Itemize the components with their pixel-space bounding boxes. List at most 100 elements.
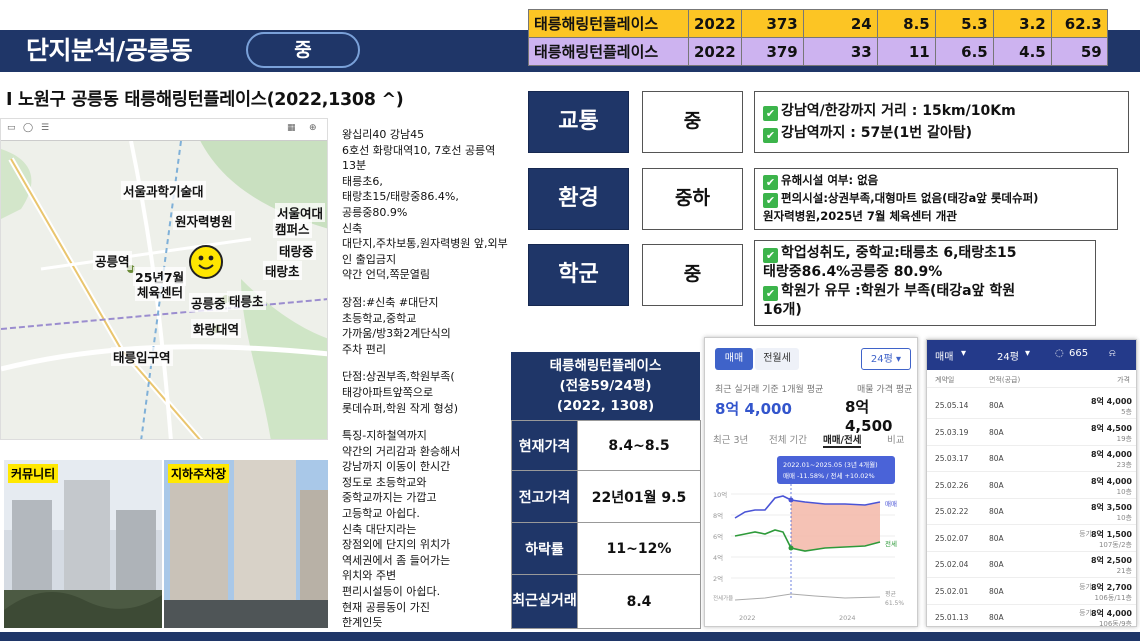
- detail-line: ✔ 학업성취도, 중학교:태릉초 6,태랑초15: [763, 244, 1087, 263]
- table-cell: 33: [802, 37, 878, 66]
- row-area: 80A: [989, 454, 1004, 463]
- avg-value: 8억 4,500: [845, 398, 893, 435]
- map-toolbar-icon: ◯: [23, 123, 34, 133]
- description-line: 주차 편리: [342, 342, 386, 356]
- table-cell: 59: [1050, 37, 1108, 66]
- list-item[interactable]: 25.03.17 80A 8억 4,000 23층: [927, 445, 1136, 472]
- description-line: 강남까지 이동이 한시간: [342, 460, 451, 474]
- grade-traffic: 중: [642, 91, 743, 153]
- size-label[interactable]: 24평: [997, 348, 1019, 363]
- map-toolbar-icon: ▦: [287, 123, 296, 133]
- list-item[interactable]: 25.02.04 80A 8억 2,500 21층: [927, 551, 1136, 578]
- table-cell: 373: [740, 9, 804, 38]
- subtab-compare[interactable]: 비교: [887, 432, 904, 446]
- description-line: 역세권에서 좀 들어가는: [342, 553, 451, 567]
- table-row: 현재가격 8.4~8.5: [511, 420, 701, 471]
- tab-sale[interactable]: 매매: [935, 348, 953, 363]
- subtab-all[interactable]: 전체 기간: [769, 432, 807, 446]
- summary-key: 최근실거래: [511, 574, 578, 629]
- subtab-sale-jeonse[interactable]: 매매/전세: [823, 432, 862, 448]
- detail-line: 태랑중86.4%공릉중 80.9%: [763, 263, 1087, 282]
- row-tag: 등기: [1079, 609, 1092, 617]
- detail-text: 태랑중86.4%공릉중 80.9%: [763, 264, 943, 280]
- row-area: 80A: [989, 586, 1004, 596]
- description-line: 태랑초15/태랑중86.4%,: [342, 190, 459, 204]
- description-gap: [342, 416, 512, 428]
- map-toolbar-icon: ☰: [41, 123, 50, 133]
- table-row: 태릉해링턴플레이스 2022 373 24 8.5 5.3 3.2 62.3: [528, 9, 1108, 38]
- transactions-topbar: 매매 ▾ 24평 ▾ ◌ 665 ⍾: [927, 340, 1136, 370]
- row-area: 80A: [989, 480, 1004, 490]
- tab-jeonse[interactable]: 전월세: [755, 348, 799, 370]
- map-label: 원자력병원: [173, 211, 235, 230]
- map-label: 태랑초: [263, 261, 302, 280]
- map-label: 태릉초: [227, 291, 266, 310]
- chevron-down-icon: ▾: [896, 354, 902, 365]
- row-date: 25.01.13: [935, 613, 969, 622]
- list-item[interactable]: 25.02.07 80A 8억 1,500 107동/2층 등기: [927, 525, 1136, 552]
- list-item[interactable]: 25.03.19 80A 8억 4,500 19층: [927, 419, 1136, 446]
- description-line: 약간의 거리감과 환승해서: [342, 444, 461, 458]
- smiley-marker-icon: [189, 245, 223, 279]
- comment-count[interactable]: 665: [1069, 348, 1088, 359]
- detail-text: 원자력병원,2025년 7월 체육센터 개관: [763, 209, 957, 223]
- map-label: 공릉중: [189, 293, 228, 312]
- table-cell: 태릉해링턴플레이스: [528, 37, 689, 66]
- description-line: 특징-지하철역까지: [342, 429, 427, 443]
- description-gap: [342, 357, 512, 369]
- page-title: 단지분석/공릉동: [26, 36, 193, 65]
- row-price: 8억 3,500: [1090, 503, 1132, 512]
- row-date: 25.02.22: [935, 507, 969, 516]
- row-floor: 23층: [1116, 461, 1132, 469]
- size-select[interactable]: 24평 ▾: [861, 348, 911, 370]
- description-line: 6호선 화랑대역10, 7호선 공릉역 13분: [342, 143, 496, 173]
- row-price: 8억 2,500: [1090, 556, 1132, 565]
- column-header: 면적(공급): [989, 376, 1021, 384]
- description-line: 신축 대단지라는: [342, 522, 417, 536]
- table-cell: 62.3: [1050, 9, 1108, 38]
- detail-text: 16개): [763, 302, 802, 318]
- gap-area: [791, 500, 880, 551]
- tab-sale[interactable]: 매매: [715, 348, 753, 370]
- complex-subtitle: I 노원구 공릉동 태릉해링턴플레이스(2022,1308 ^): [6, 90, 404, 110]
- row-area: 80A: [989, 533, 1004, 543]
- chat-icon: ◌: [1055, 348, 1064, 359]
- row-price: 8억 2,700: [1090, 582, 1132, 592]
- list-item[interactable]: 25.02.22 80A 8억 3,500 10층: [927, 498, 1136, 525]
- list-item[interactable]: 25.02.26 80A 8억 4,000 10층: [927, 472, 1136, 499]
- description-line: 신축: [342, 221, 363, 235]
- map-label: 태랑중: [277, 241, 316, 260]
- photo-tag: 지하주차장: [168, 464, 230, 483]
- parking-photo-image: [164, 460, 328, 628]
- checkmark-icon: ✔: [763, 193, 778, 208]
- y-tick-label: 10억: [713, 491, 727, 499]
- subtab-3y[interactable]: 최근 3년: [713, 432, 748, 446]
- grade-school: 중: [642, 244, 743, 306]
- checkmark-icon: ✔: [763, 106, 778, 121]
- description-line: 공릉중80.9%: [342, 205, 408, 219]
- row-floor: 5층: [1121, 408, 1132, 416]
- row-tag: 등기: [1079, 582, 1092, 591]
- list-item[interactable]: 25.05.14 80A 8억 4,000 5층: [927, 392, 1136, 419]
- list-item[interactable]: 25.01.13 80A 8억 4,000 106동/9층 등기: [927, 604, 1136, 626]
- community-photo-image: [4, 460, 162, 628]
- description-line: 정도로 초등학교와: [342, 475, 427, 489]
- jeonse-point: [788, 545, 794, 551]
- row-date: 25.03.19: [935, 427, 969, 437]
- row-price: 8억 4,000: [1090, 450, 1132, 459]
- ratio-value: 61.5%: [885, 600, 904, 607]
- description-line: 위치와 주변: [342, 569, 397, 583]
- row-area: 80A: [989, 507, 1004, 516]
- row-price: 8억 4,500: [1090, 423, 1132, 433]
- row-date: 25.02.07: [935, 533, 969, 543]
- x-tick-label: 2022: [739, 614, 756, 622]
- row-floor: 106동/11층: [1094, 593, 1132, 602]
- summary-value: 8.4: [577, 574, 701, 629]
- table-cell: 태릉해링턴플레이스: [528, 9, 689, 38]
- list-item[interactable]: 25.02.01 80A 8억 2,700 106동/11층 등기: [927, 578, 1136, 605]
- map-toolbar: ▭ ◯ ☰ ▦ ⊕: [1, 119, 327, 141]
- summary-key: 현재가격: [511, 420, 578, 471]
- location-map[interactable]: ▭ ◯ ☰ ▦ ⊕ 서울과학기술대 원자력병원 서울여대 캠퍼스 태랑중 태랑초…: [0, 118, 328, 440]
- summary-table: 현재가격 8.4~8.5 전고가격 22년01월 9.5 하락률 11~12% …: [511, 420, 701, 629]
- bell-icon[interactable]: ⍾: [1109, 348, 1116, 359]
